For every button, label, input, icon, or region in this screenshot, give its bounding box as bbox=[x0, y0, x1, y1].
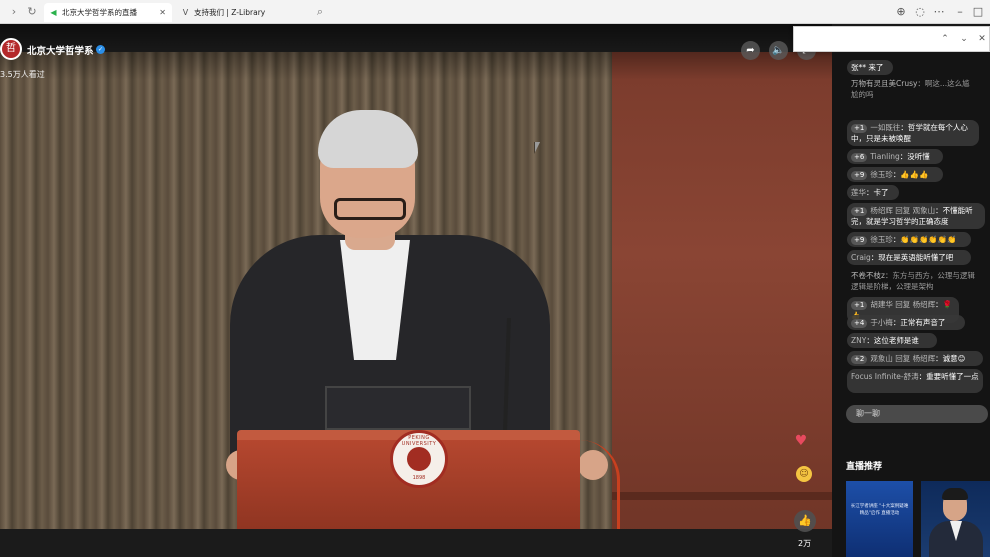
forward-icon[interactable]: › bbox=[6, 4, 22, 20]
university-seal: PEKING UNIVERSITY 1898 bbox=[390, 430, 448, 488]
minimize-icon[interactable]: – bbox=[952, 4, 968, 20]
chat-text: ：正常有声音了 bbox=[892, 318, 946, 327]
chat-message: +1 杨绍辉 回复 观象山：不懂能听完，就是学习哲学的正确态度 bbox=[847, 203, 985, 229]
seal-emblem bbox=[407, 447, 431, 471]
seal-text: PEKING UNIVERSITY bbox=[401, 435, 437, 447]
mouse-cursor bbox=[534, 142, 540, 154]
fan-level-badge: +2 bbox=[851, 355, 868, 364]
tab-title: 支持我们 | Z-Library bbox=[194, 8, 266, 17]
chat-text: ：重要听懂了一点 bbox=[918, 372, 979, 381]
chat-username[interactable]: 莲华 bbox=[851, 188, 866, 197]
video-bottom-bar bbox=[0, 529, 832, 557]
channel-avatar[interactable]: 哲 bbox=[0, 38, 22, 60]
chat-message: +2 观象山 回复 杨绍辉：诚意😊 bbox=[847, 351, 983, 366]
chat-text: ：诚意😊 bbox=[935, 354, 966, 363]
tab-title: 北京大学哲学系的直播 bbox=[62, 8, 137, 17]
fan-level-badge: +9 bbox=[851, 171, 868, 180]
chat-username[interactable]: ZNY bbox=[851, 336, 866, 345]
fan-level-badge: +6 bbox=[851, 153, 868, 162]
chat-text: ：没听懂 bbox=[899, 152, 930, 161]
chat-message: 万物有灵且美Crusy：啊这...这么尴尬的吗 bbox=[847, 76, 979, 102]
download-icon[interactable]: ⊕ bbox=[893, 4, 909, 20]
chat-text: ：卡了 bbox=[866, 188, 889, 197]
recommend-card-text: 长江学者讲座 "十大案例疑难精品"启作 直播活动 bbox=[850, 504, 909, 516]
chevron-down-icon[interactable]: ⌄ bbox=[957, 32, 971, 46]
emoji-icon: ☺ bbox=[796, 466, 812, 482]
chat-message: ZNY：这位老师是谁 bbox=[847, 333, 937, 348]
extension-icon[interactable]: ◌ bbox=[912, 4, 928, 20]
channel-overlay bbox=[0, 24, 832, 80]
recommend-card[interactable]: 长江学者讲座 "十大案例疑难精品"启作 直播活动 bbox=[846, 481, 913, 557]
chat-username[interactable]: Tianling bbox=[870, 152, 899, 161]
laptop bbox=[325, 386, 471, 430]
chat-message: Focus Infinite-舒涛：重要听懂了一点 bbox=[847, 369, 983, 393]
chat-message: +6 Tianling：没听懂 bbox=[847, 149, 943, 164]
wall-background bbox=[612, 52, 832, 557]
more-icon[interactable]: ⋯ bbox=[931, 4, 947, 20]
chat-message: +1 一如既往：哲学就在每个人心中，只是未被唤醒 bbox=[847, 120, 979, 146]
like-count: 2万 bbox=[798, 539, 812, 548]
verified-icon: ✓ bbox=[96, 45, 105, 54]
maximize-icon[interactable]: □ bbox=[970, 4, 986, 20]
close-icon[interactable]: ✕ bbox=[159, 3, 166, 22]
viewer-count: 3.5万人看过 bbox=[0, 70, 45, 79]
chat-username[interactable]: 观象山 回复 杨绍辉 bbox=[870, 354, 935, 363]
chat-username[interactable]: 一如既往 bbox=[870, 123, 900, 132]
tab-zlibrary[interactable]: V 支持我们 | Z-Library bbox=[176, 3, 306, 22]
chat-text: ：现在是英语能听懂了吧 bbox=[870, 253, 954, 262]
chat-username[interactable]: 于小梅 bbox=[870, 318, 893, 327]
wall-trim bbox=[612, 492, 832, 500]
chat-message: 不卷不枝z：东方与西方，公理与逻辑 逻辑是阶梯，公理是架构 bbox=[847, 268, 985, 294]
chat-username[interactable]: 张** 来了 bbox=[851, 63, 883, 72]
chat-username[interactable]: 徐玉珍 bbox=[870, 235, 893, 244]
fan-level-badge: +1 bbox=[851, 301, 868, 310]
chat-text: ：👍👍👍 bbox=[892, 170, 929, 179]
browser-tabbar: › ↻ ◀ 北京大学哲学系的直播 ✕ V 支持我们 | Z-Library ⌕ … bbox=[0, 0, 990, 24]
fan-level-badge: +4 bbox=[851, 319, 868, 328]
close-icon[interactable]: ✕ bbox=[975, 32, 989, 46]
fan-level-badge: +9 bbox=[851, 236, 868, 245]
chat-message: 张** 来了 bbox=[847, 60, 893, 75]
chat-text: ：👏👏👏👏👏👏 bbox=[892, 235, 957, 244]
channel-name[interactable]: 北京大学哲学系 bbox=[27, 43, 94, 57]
search-icon[interactable]: ⌕ bbox=[312, 4, 328, 20]
zlibrary-icon: V bbox=[182, 8, 189, 17]
reload-icon[interactable]: ↻ bbox=[24, 4, 40, 20]
chat-text: ：哲学就在每个人心中，只是未被唤醒 bbox=[851, 123, 968, 143]
chat-username[interactable]: 不卷不枝z bbox=[851, 271, 885, 280]
chat-message: Craig：现在是英语能听懂了吧 bbox=[847, 250, 971, 265]
chat-message: 莲华：卡了 bbox=[847, 185, 899, 200]
fan-level-badge: +1 bbox=[851, 207, 868, 216]
chat-message: +4 于小梅：正常有声音了 bbox=[847, 315, 965, 330]
speaker-glasses bbox=[334, 198, 406, 220]
chat-username[interactable]: 万物有灵且美Crusy bbox=[851, 79, 917, 88]
tab-live[interactable]: ◀ 北京大学哲学系的直播 ✕ bbox=[44, 3, 172, 22]
fan-level-badge: +1 bbox=[851, 124, 868, 133]
person-hair bbox=[942, 488, 968, 500]
volume-icon[interactable]: 🔈 bbox=[769, 41, 788, 60]
chat-username[interactable]: Focus Infinite-舒涛 bbox=[851, 372, 919, 381]
chat-username[interactable]: 杨绍辉 回复 观象山 bbox=[870, 206, 935, 215]
chat-message: +9 徐玉珍：👏👏👏👏👏👏 bbox=[847, 232, 971, 247]
chat-username[interactable]: 徐玉珍 bbox=[870, 170, 893, 179]
chat-username[interactable]: 胡建华 回复 杨绍辉 bbox=[870, 300, 935, 309]
share-icon[interactable]: ➦ bbox=[741, 41, 760, 60]
chevron-up-icon[interactable]: ⌃ bbox=[938, 32, 952, 46]
recommend-title: 直播推荐 bbox=[846, 462, 883, 472]
like-button[interactable]: 👍 bbox=[794, 510, 816, 532]
chat-username[interactable]: Craig bbox=[851, 253, 871, 262]
seal-year: 1898 bbox=[412, 475, 426, 481]
speaker-icon: ◀ bbox=[50, 8, 57, 17]
find-bar[interactable]: ⌃ ⌄ ✕ bbox=[793, 26, 990, 52]
chat-input[interactable]: 聊一聊 bbox=[846, 405, 988, 423]
recommend-card[interactable] bbox=[921, 481, 990, 557]
chat-text: ：这位老师是谁 bbox=[866, 336, 919, 345]
chat-message: +9 徐玉珍：👍👍👍 bbox=[847, 167, 943, 182]
heart-icon: ♥ bbox=[794, 433, 808, 449]
